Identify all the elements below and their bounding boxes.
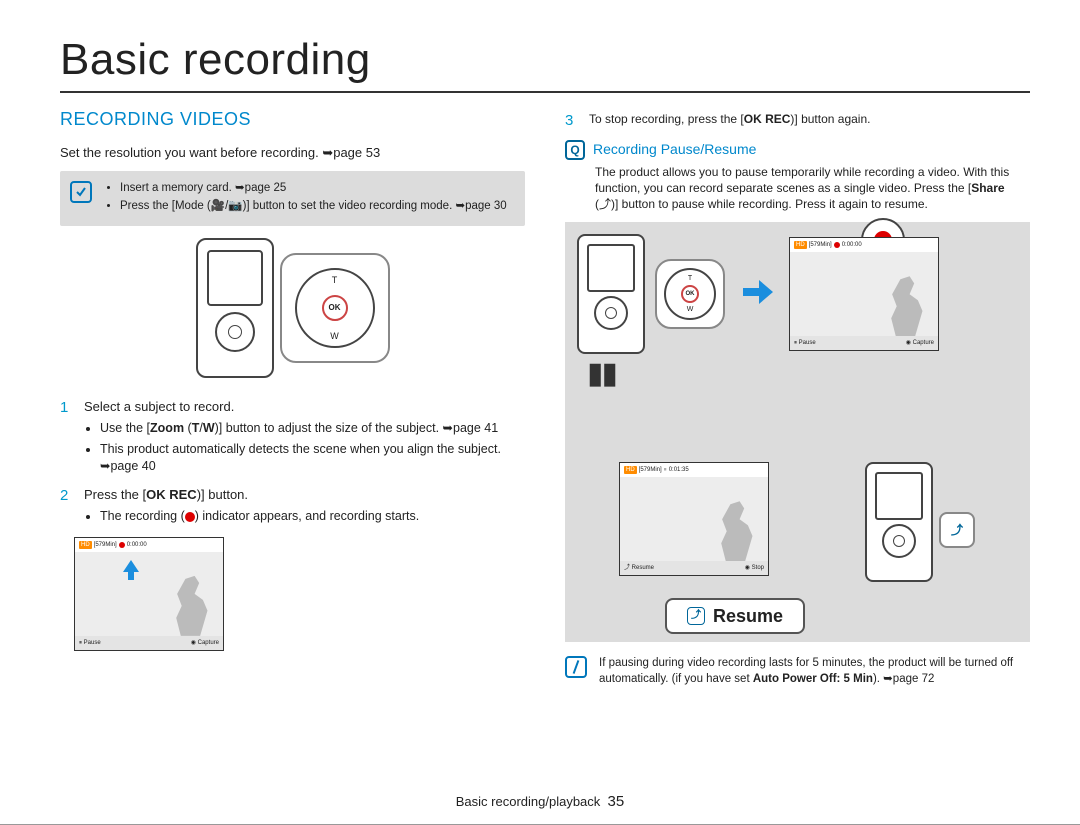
intro-text: Set the resolution you want before recor… — [60, 144, 525, 162]
page-number: 35 — [608, 793, 625, 810]
pause-resume-heading: Q Recording Pause/Resume — [565, 140, 1030, 160]
resume-button: ⤴ Resume — [665, 598, 805, 634]
record-dot-icon — [185, 512, 195, 522]
camera-illustration — [196, 238, 274, 378]
step-3: 3 To stop recording, press the [OK REC)]… — [565, 111, 1030, 131]
right-column: 3 To stop recording, press the [OK REC)]… — [565, 107, 1030, 687]
recording-screen-preview: HD [579Min] 0:00:00 ⏸ Pause ◉ Capture — [74, 537, 224, 651]
arrow-right-icon — [739, 274, 775, 314]
step-text: Press the [OK REC)] button. — [84, 487, 248, 502]
page-title: Basic recording — [60, 30, 1030, 93]
pause-resume-desc: The product allows you to pause temporar… — [565, 164, 1030, 213]
step-text: To stop recording, press the [OK REC)] b… — [589, 111, 870, 131]
pause-icon: ▮▮ — [587, 354, 1018, 395]
check-icon — [70, 181, 92, 203]
step-sub: This product automatically detects the s… — [100, 441, 525, 475]
pause-label: ⏸ Pause — [79, 639, 101, 647]
callout-item: Insert a memory card. ➥page 25 — [120, 181, 507, 197]
recording-screen-preview: HD [579Min] 0:00:00 ⏸ Pause ◉ Capture — [789, 237, 939, 351]
share-button-callout: ⤴ — [939, 512, 975, 548]
step-1: 1 Select a subject to record. Use the [Z… — [60, 398, 525, 478]
dpad-callout-small: T OK W — [655, 259, 725, 329]
camera-illustration — [577, 234, 645, 354]
dpad-ok-button: OK — [322, 295, 348, 321]
step-sub: The recording () indicator appears, and … — [100, 508, 419, 525]
footnote: If pausing during video recording lasts … — [565, 656, 1030, 687]
step-text: Select a subject to record. — [84, 399, 234, 414]
dpad-callout: T OK W — [280, 253, 390, 363]
step-number: 2 — [60, 486, 74, 528]
callout-item: Press the [Mode (🎥/📷)] button to set the… — [120, 199, 507, 215]
step-number: 1 — [60, 398, 74, 478]
prerequisite-callout: Insert a memory card. ➥page 25 Press the… — [60, 171, 525, 226]
share-icon: ⤴ — [687, 607, 705, 625]
dpad-t-label: T — [332, 274, 338, 286]
step-2: 2 Press the [OK REC)] button. The record… — [60, 486, 525, 528]
step-sub: Use the [Zoom (T/W)] button to adjust th… — [100, 420, 525, 437]
hd-badge: HD — [79, 541, 92, 549]
note-icon — [565, 656, 587, 678]
subject-silhouette — [167, 576, 213, 636]
left-column: RECORDING VIDEOS Set the resolution you … — [60, 107, 525, 687]
elapsed-time: 0:00:00 — [127, 541, 147, 549]
capture-label: ◉ Capture — [191, 639, 219, 647]
camera-dpad-diagram: T OK W — [60, 238, 525, 378]
remaining-time: [579Min] — [94, 541, 117, 549]
flow-diagram: T OK W HD [579Min] 0:00:00 — [565, 222, 1030, 642]
steps-list: 1 Select a subject to record. Use the [Z… — [60, 398, 525, 529]
page-footer: Basic recording/playback 35 — [0, 792, 1080, 812]
content-columns: RECORDING VIDEOS Set the resolution you … — [60, 107, 1030, 687]
manual-page: Basic recording RECORDING VIDEOS Set the… — [0, 0, 1080, 825]
record-dot-icon — [119, 542, 125, 548]
section-heading: RECORDING VIDEOS — [60, 107, 525, 131]
arrow-up-icon — [121, 558, 141, 584]
magnify-icon: Q — [565, 140, 585, 160]
dpad-w-label: W — [330, 330, 339, 342]
step-number: 3 — [565, 111, 579, 131]
camera-illustration — [865, 462, 933, 582]
paused-screen-preview: HD [579Min] ⏸ 0:01:35 ⤴ Resume ◉ Stop — [619, 462, 769, 576]
